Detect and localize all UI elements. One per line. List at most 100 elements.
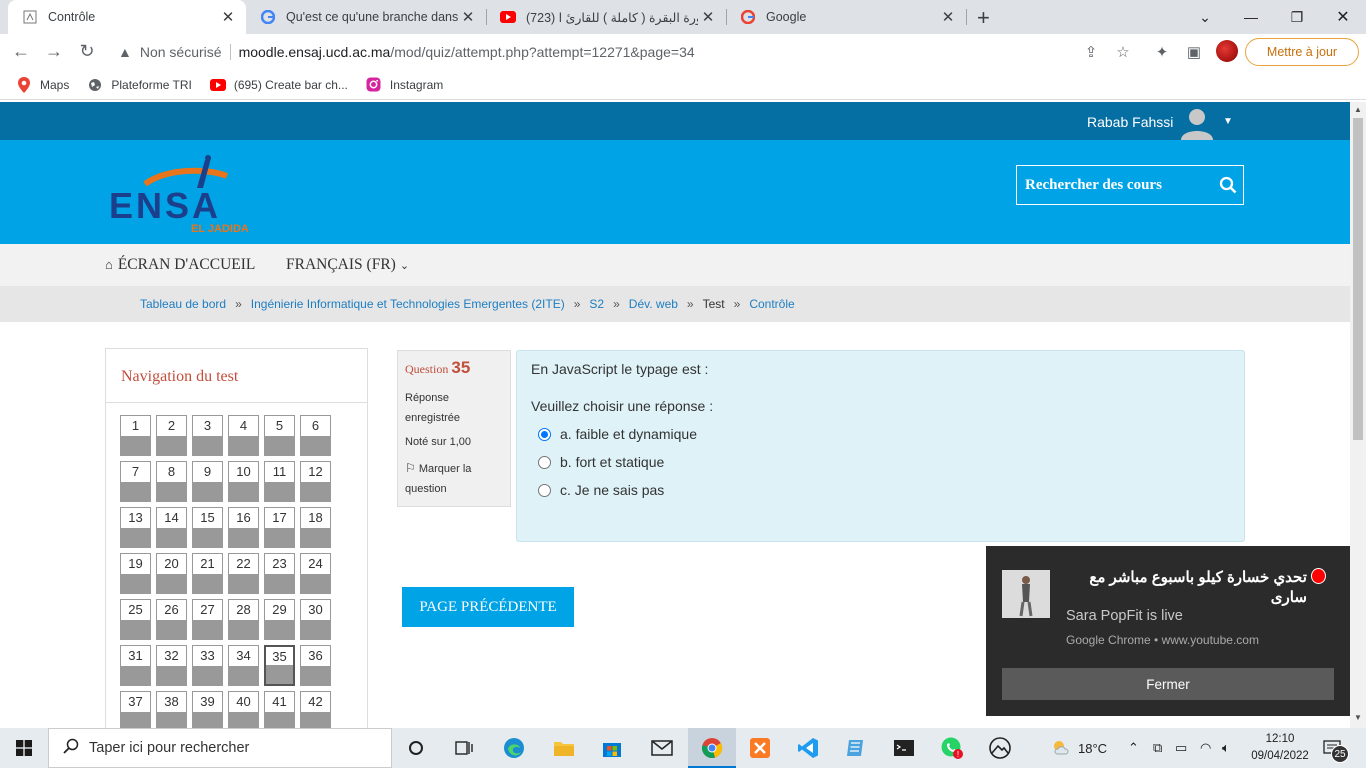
quiz-nav-question-7[interactable]: 7 (120, 461, 151, 502)
ensa-logo[interactable]: ENSA EL JADIDA (107, 154, 287, 236)
breadcrumb-course[interactable]: Dév. web (629, 297, 678, 311)
back-icon[interactable]: ← (9, 41, 33, 62)
quiz-nav-question-9[interactable]: 9 (192, 461, 223, 502)
tab-search-chevron-icon[interactable]: ⌄ (1182, 0, 1228, 34)
new-tab-icon[interactable]: + (977, 5, 990, 31)
whatsapp-icon[interactable]: ! (928, 728, 976, 768)
bookmark-youtube[interactable]: (695) Create bar ch... (209, 77, 348, 93)
quiz-nav-question-40[interactable]: 40 (228, 691, 259, 728)
bookmark-star-icon[interactable]: ☆ (1113, 43, 1133, 61)
xampp-icon[interactable] (736, 728, 784, 768)
quiz-nav-question-2[interactable]: 2 (156, 415, 187, 456)
notepad-icon[interactable] (832, 728, 880, 768)
quiz-nav-question-18[interactable]: 18 (300, 507, 331, 548)
edge-icon[interactable] (490, 728, 538, 768)
share-icon[interactable]: ⇪ (1081, 43, 1101, 61)
chrome-taskbar-icon[interactable] (688, 728, 736, 768)
breadcrumb-semester[interactable]: S2 (589, 297, 604, 311)
quiz-nav-question-4[interactable]: 4 (228, 415, 259, 456)
quiz-nav-question-31[interactable]: 31 (120, 645, 151, 686)
previous-page-button[interactable]: PAGE PRÉCÉDENTE (402, 587, 574, 627)
quiz-nav-question-42[interactable]: 42 (300, 691, 331, 728)
quiz-nav-question-37[interactable]: 37 (120, 691, 151, 728)
quiz-nav-question-39[interactable]: 39 (192, 691, 223, 728)
breadcrumb-dashboard[interactable]: Tableau de bord (140, 297, 226, 311)
answer-radio-a[interactable] (538, 427, 551, 441)
quiz-nav-question-3[interactable]: 3 (192, 415, 223, 456)
answer-radio-c[interactable] (538, 483, 551, 497)
quiz-nav-question-5[interactable]: 5 (264, 415, 295, 456)
quiz-nav-question-24[interactable]: 24 (300, 553, 331, 594)
minimize-icon[interactable]: — (1228, 0, 1274, 34)
tray-chevron-up-icon[interactable]: ⌃ (1128, 728, 1139, 768)
quiz-nav-question-21[interactable]: 21 (192, 553, 223, 594)
scrollbar-thumb[interactable] (1353, 118, 1363, 440)
volume-icon[interactable]: 🔈︎ (1222, 728, 1230, 768)
quiz-nav-question-34[interactable]: 34 (228, 645, 259, 686)
quiz-nav-question-26[interactable]: 26 (156, 599, 187, 640)
quiz-nav-question-11[interactable]: 11 (264, 461, 295, 502)
quiz-nav-question-20[interactable]: 20 (156, 553, 187, 594)
forward-icon[interactable]: → (42, 41, 66, 62)
extensions-icon[interactable]: ✦ (1152, 43, 1172, 61)
quiz-nav-question-33[interactable]: 33 (192, 645, 223, 686)
bookmark-maps[interactable]: Maps (16, 76, 69, 93)
quiz-nav-question-13[interactable]: 13 (120, 507, 151, 548)
quiz-nav-question-30[interactable]: 30 (300, 599, 331, 640)
store-icon[interactable] (588, 728, 636, 768)
windows-start-button[interactable] (0, 728, 48, 768)
task-view-icon[interactable] (440, 728, 488, 768)
user-avatar[interactable] (1179, 104, 1215, 140)
quiz-nav-question-32[interactable]: 32 (156, 645, 187, 686)
breadcrumb-quiz[interactable]: Contrôle (749, 297, 794, 311)
quiz-nav-question-6[interactable]: 6 (300, 415, 331, 456)
flag-question-link[interactable]: ⚐ Marquer la question (405, 458, 503, 499)
quiz-nav-question-27[interactable]: 27 (192, 599, 223, 640)
scroll-down-icon[interactable]: ▼ (1354, 713, 1362, 722)
close-tab-icon[interactable]: ✕ (938, 8, 958, 26)
course-search-box[interactable]: Rechercher des cours (1016, 165, 1244, 205)
meet-now-icon[interactable]: ⧉ (1153, 728, 1162, 768)
bookmark-plateforme-tri[interactable]: Plateforme TRI (87, 77, 192, 93)
answer-radio-b[interactable] (538, 455, 551, 469)
terminal-icon[interactable] (880, 728, 928, 768)
tab-google[interactable]: Google ✕ (726, 0, 966, 34)
quiz-nav-question-16[interactable]: 16 (228, 507, 259, 548)
answer-option-c[interactable]: c. Je ne sais pas (531, 476, 1230, 504)
close-tab-icon[interactable]: ✕ (218, 8, 238, 26)
quiz-nav-question-17[interactable]: 17 (264, 507, 295, 548)
profile-avatar[interactable] (1216, 40, 1238, 62)
language-menu[interactable]: FRANÇAIS (FR) ⌄ (286, 256, 409, 274)
close-tab-icon[interactable]: ✕ (698, 8, 718, 26)
quiz-nav-question-38[interactable]: 38 (156, 691, 187, 728)
user-menu-caret-icon[interactable]: ▼ (1223, 116, 1233, 127)
weather-widget[interactable]: 18°C (1052, 728, 1107, 768)
page-scrollbar[interactable]: ▲ ▼ (1350, 102, 1366, 728)
close-window-icon[interactable]: ✕ (1320, 0, 1366, 34)
tab-youtube[interactable]: (723) سورة البقرة ( كاملة ) للقارئ ا ✕ (486, 0, 726, 34)
user-name[interactable]: Rabab Fahssi (1087, 114, 1173, 130)
course-search-input[interactable]: Rechercher des cours (1025, 177, 1213, 194)
quiz-nav-question-35[interactable]: 35 (264, 645, 295, 686)
quiz-nav-question-36[interactable]: 36 (300, 645, 331, 686)
quiz-nav-question-12[interactable]: 12 (300, 461, 331, 502)
quiz-nav-question-1[interactable]: 1 (120, 415, 151, 456)
mail-icon[interactable] (638, 728, 686, 768)
quiz-nav-question-22[interactable]: 22 (228, 553, 259, 594)
notification-close-button[interactable]: Fermer (1002, 668, 1334, 700)
photos-icon[interactable] (976, 728, 1024, 768)
update-button[interactable]: Mettre à jour (1245, 38, 1359, 66)
answer-option-b[interactable]: b. fort et statique (531, 448, 1230, 476)
quiz-nav-question-19[interactable]: 19 (120, 553, 151, 594)
quiz-nav-question-10[interactable]: 10 (228, 461, 259, 502)
file-explorer-icon[interactable] (540, 728, 588, 768)
tab-controle[interactable]: Contrôle ✕ (8, 0, 246, 34)
taskbar-search[interactable]: Taper ici pour rechercher (48, 728, 392, 768)
reload-icon[interactable]: ↻ (75, 41, 99, 62)
system-clock[interactable]: 12:10 09/04/2022 (1250, 731, 1310, 765)
address-bar[interactable]: ▲ Non sécurisé moodle.ensaj.ucd.ac.ma/mo… (110, 37, 1145, 67)
quiz-nav-question-28[interactable]: 28 (228, 599, 259, 640)
quiz-nav-question-8[interactable]: 8 (156, 461, 187, 502)
quiz-nav-question-29[interactable]: 29 (264, 599, 295, 640)
cortana-icon[interactable] (392, 728, 440, 768)
